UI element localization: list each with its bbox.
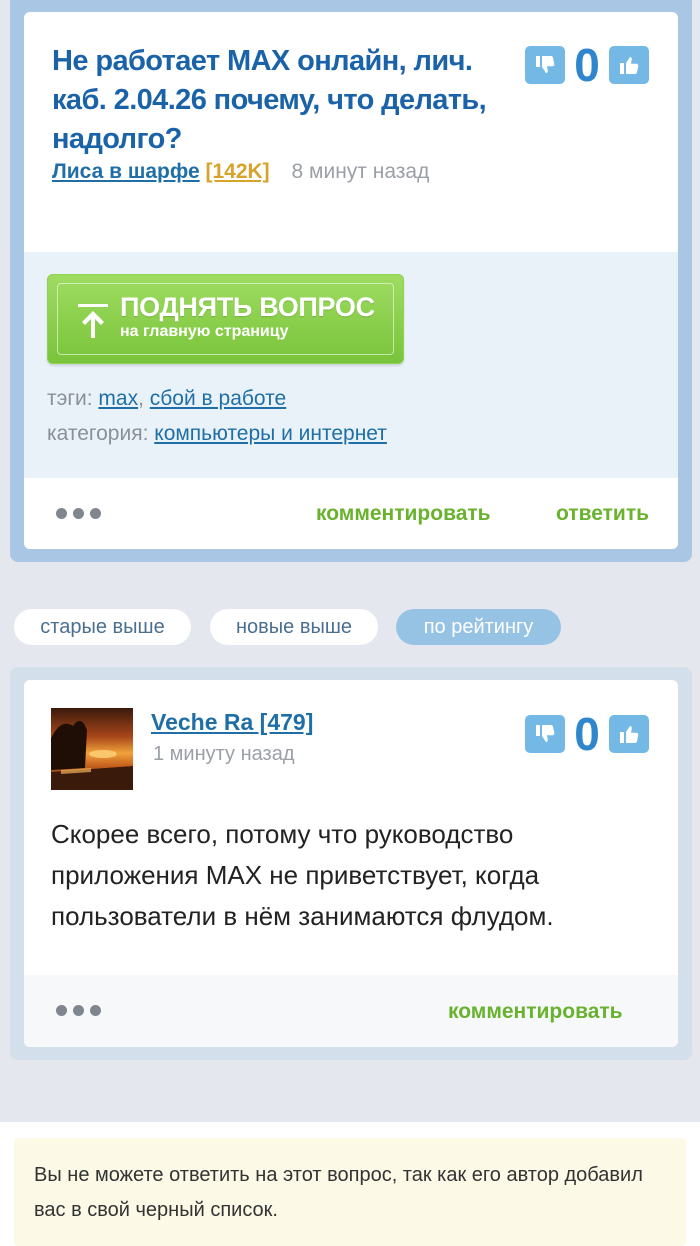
- answer-rating: 0: [574, 708, 600, 760]
- more-options-icon[interactable]: [56, 508, 101, 519]
- tags-separator: ,: [138, 387, 144, 410]
- sort-new-first[interactable]: новые выше: [210, 609, 378, 645]
- category-label: категория:: [47, 422, 149, 445]
- question-meta: Лиса в шарфе [142K] 8 минут назад: [52, 160, 429, 184]
- more-options-icon[interactable]: [56, 1005, 101, 1016]
- notice-area: Вы не можете ответить на этот вопрос, та…: [0, 1122, 700, 1246]
- thumbs-up-button[interactable]: [609, 46, 649, 84]
- answer-time: 1 минуту назад: [153, 743, 295, 765]
- thumbs-down-button[interactable]: [525, 715, 565, 753]
- tag-link[interactable]: сбой в работе: [150, 387, 286, 410]
- thumbs-down-icon: [536, 56, 555, 73]
- tag-link[interactable]: max: [98, 387, 138, 410]
- thumbs-down-icon: [536, 725, 555, 742]
- tags-line: тэги: max, сбой в работе: [47, 387, 286, 411]
- question-info-panel: ПОДНЯТЬ ВОПРОС на главную страницу тэги:…: [24, 252, 678, 478]
- question-author-link[interactable]: Лиса в шарфе: [52, 160, 200, 183]
- tags-label: тэги:: [47, 387, 93, 410]
- notice-text: Вы не можете ответить на этот вопрос, та…: [34, 1164, 643, 1221]
- answer-card: Veche Ra [479] 1 минуту назад 0 Скорее в…: [24, 680, 678, 1047]
- thumbs-up-icon: [620, 57, 639, 74]
- question-block: Не работает MAX онлайн, лич. каб. 2.04.2…: [10, 0, 692, 562]
- answer-author-link[interactable]: Veche Ra [479]: [151, 709, 313, 736]
- comment-answer-link[interactable]: комментировать: [448, 1000, 623, 1024]
- question-time: 8 минут назад: [291, 160, 430, 183]
- sort-old-first[interactable]: старые выше: [14, 609, 191, 645]
- category-link[interactable]: компьютеры и интернет: [154, 422, 387, 445]
- avatar[interactable]: [51, 708, 133, 790]
- raise-question-button[interactable]: ПОДНЯТЬ ВОПРОС на главную страницу: [47, 274, 404, 364]
- question-card: Не работает MAX онлайн, лич. каб. 2.04.2…: [24, 12, 678, 549]
- question-actions: комментировать ответить: [24, 478, 678, 549]
- answer-block: Veche Ra [479] 1 минуту назад 0 Скорее в…: [10, 667, 692, 1060]
- question-title: Не работает MAX онлайн, лич. каб. 2.04.2…: [52, 45, 487, 155]
- question-vote: 0: [525, 42, 649, 88]
- arrow-up-icon: [78, 304, 108, 338]
- answer-question-link[interactable]: ответить: [556, 502, 649, 526]
- thumbs-up-icon: [620, 726, 639, 743]
- raise-button-frame: ПОДНЯТЬ ВОПРОС на главную страницу: [57, 283, 394, 355]
- question-author-karma[interactable]: [142K]: [205, 160, 269, 183]
- answer-actions: комментировать: [24, 975, 678, 1047]
- thumbs-up-button[interactable]: [609, 715, 649, 753]
- raise-button-sublabel: на главную страницу: [120, 323, 289, 340]
- answer-text: Скорее всего, потому что руководство при…: [51, 819, 554, 931]
- raise-button-label: ПОДНЯТЬ ВОПРОС: [120, 292, 375, 322]
- category-line: категория: компьютеры и интернет: [47, 422, 387, 446]
- comment-question-link[interactable]: комментировать: [316, 502, 491, 526]
- sort-by-rating[interactable]: по рейтингу: [396, 609, 561, 645]
- blacklist-notice: Вы не можете ответить на этот вопрос, та…: [14, 1138, 686, 1246]
- question-rating: 0: [574, 39, 600, 91]
- thumbs-down-button[interactable]: [525, 46, 565, 84]
- answer-vote: 0: [525, 711, 649, 757]
